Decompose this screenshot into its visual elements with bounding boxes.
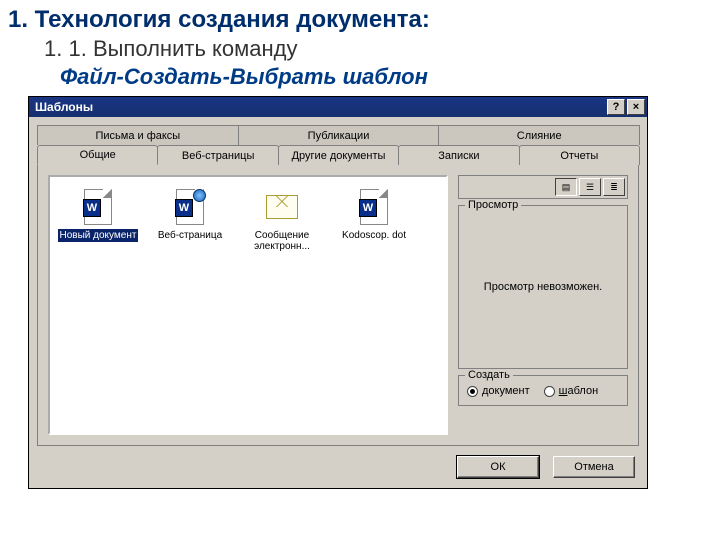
- item-label: Веб-страница: [158, 230, 222, 241]
- item-label: Kodoscop. dot: [342, 230, 406, 241]
- radio-icon: [467, 386, 478, 397]
- help-button[interactable]: ?: [607, 99, 625, 115]
- item-label: Сообщение электронн...: [254, 230, 310, 252]
- dialog-titlebar[interactable]: Шаблоны ? ×: [29, 97, 647, 117]
- tab-notes[interactable]: Записки: [398, 145, 519, 165]
- dialog-title: Шаблоны: [35, 100, 605, 114]
- preview-area: Просмотр невозможен.: [465, 212, 621, 362]
- preview-legend: Просмотр: [465, 199, 521, 211]
- item-label: Новый документ: [58, 229, 139, 242]
- dialog-buttons: ОК Отмена: [29, 446, 647, 488]
- view-toolbar: ▤ ☰ ≣: [458, 175, 628, 199]
- templates-dialog: Шаблоны ? × Письма и факсы Публикации Сл…: [28, 96, 648, 489]
- document-icon: W: [356, 187, 392, 227]
- subheading-text: Выполнить команду: [93, 36, 298, 61]
- tab-publications[interactable]: Публикации: [238, 125, 440, 145]
- mail-icon: [264, 187, 300, 227]
- tab-merge[interactable]: Слияние: [438, 125, 640, 145]
- list-item[interactable]: W Kodoscop. dot: [332, 187, 416, 252]
- subheading-number: 1. 1.: [44, 36, 87, 61]
- page-title: 1. Технология создания документа:: [8, 6, 712, 34]
- tab-general[interactable]: Общие: [37, 145, 158, 165]
- template-list[interactable]: W Новый документ W Веб-страница Сообщени…: [48, 175, 448, 435]
- command-path: Файл-Создать-Выбрать шаблон: [60, 64, 712, 90]
- list-item[interactable]: W Веб-страница: [148, 187, 232, 252]
- tab-webpages[interactable]: Веб-страницы: [157, 145, 278, 165]
- ok-button[interactable]: ОК: [457, 456, 539, 478]
- tab-other-docs[interactable]: Другие документы: [278, 145, 399, 165]
- tab-panel: W Новый документ W Веб-страница Сообщени…: [37, 165, 639, 446]
- view-list-button[interactable]: ☰: [579, 178, 601, 196]
- tab-reports[interactable]: Отчеты: [519, 145, 640, 165]
- view-details-button[interactable]: ≣: [603, 178, 625, 196]
- close-button[interactable]: ×: [627, 99, 645, 115]
- view-large-icons-button[interactable]: ▤: [555, 178, 577, 196]
- webpage-icon: W: [172, 187, 208, 227]
- radio-document[interactable]: документ: [467, 385, 530, 397]
- list-item[interactable]: Сообщение электронн...: [240, 187, 324, 252]
- radio-icon: [544, 386, 555, 397]
- cancel-button[interactable]: Отмена: [553, 456, 635, 478]
- tab-letters-faxes[interactable]: Письма и факсы: [37, 125, 239, 145]
- preview-group: Просмотр Просмотр невозможен.: [458, 205, 628, 369]
- document-icon: W: [80, 187, 116, 227]
- list-item[interactable]: W Новый документ: [56, 187, 140, 252]
- radio-template[interactable]: шаблон: [544, 385, 599, 397]
- subheading: 1. 1. Выполнить команду: [44, 36, 712, 62]
- create-legend: Создать: [465, 369, 513, 381]
- create-group: Создать документ шаблон: [458, 375, 628, 406]
